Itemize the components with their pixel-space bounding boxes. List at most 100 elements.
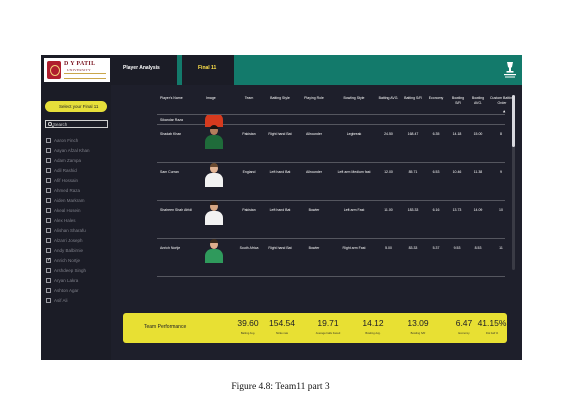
player-photo <box>204 123 224 149</box>
player-list-item[interactable]: Akeal Hosein <box>46 207 108 217</box>
players-table: Player's Name Image Team Batting Style P… <box>157 94 514 300</box>
cell-batting-style: Right hand Bat <box>268 132 292 136</box>
player-list-item[interactable]: Arshdeep Singh <box>46 267 108 277</box>
player-name: Andy Balbirnie <box>54 247 84 253</box>
cell-bowling-avg: 14.09 <box>473 208 483 212</box>
player-jersey <box>205 249 223 263</box>
player-list-item[interactable]: Aiden Markram <box>46 197 108 207</box>
cell-batting-style: Left hand Bat <box>269 208 291 212</box>
search-input[interactable] <box>53 121 105 127</box>
player-hair <box>210 239 218 243</box>
cell-player-name: Sam Curran <box>160 170 179 174</box>
player-list-item[interactable]: Alzarri Joseph <box>46 237 108 247</box>
cell-batting-sr: 168.47 <box>407 132 419 136</box>
cell-player-name: Sikandar Raza <box>160 118 183 122</box>
cell-playing-role: Bowler <box>308 246 320 250</box>
header-bowling-style[interactable]: Bowling Style <box>333 96 375 101</box>
cell-economy: 6.35 <box>432 132 440 136</box>
player-name: Aaron Finch <box>54 137 79 143</box>
player-list-item[interactable]: Anrich Nortje <box>46 257 108 267</box>
player-list-item[interactable]: Ahmed Raza <box>46 187 108 197</box>
header-batting-avg[interactable]: Batting AVG. <box>375 96 402 101</box>
player-list-item[interactable]: Afif Hossain <box>46 177 108 187</box>
player-name: Aryan Lakra <box>54 277 79 283</box>
header-team[interactable]: Team <box>235 96 263 101</box>
player-hair <box>210 201 218 205</box>
player-checkbox[interactable] <box>46 138 51 143</box>
university-logo: D Y PATIL UNIVERSITY <box>44 58 110 82</box>
table-header: Player's Name Image Team Batting Style P… <box>157 94 514 115</box>
kpi-label: Bowling S/R <box>410 332 426 335</box>
player-checkbox[interactable] <box>46 158 51 163</box>
cell-economy: 6.16 <box>432 208 440 212</box>
player-list-item[interactable]: Ashton Agar <box>46 287 108 297</box>
player-checkbox[interactable] <box>46 278 51 283</box>
kpi-value: 154.54 <box>269 318 295 328</box>
header-economy[interactable]: Economy <box>425 96 447 101</box>
cell-player-name: Shaheen Shah Afridi <box>160 208 192 212</box>
player-checkbox[interactable] <box>46 218 51 223</box>
header-image[interactable]: Image <box>206 96 216 101</box>
player-checkbox[interactable] <box>46 248 51 253</box>
player-checkbox[interactable] <box>46 188 51 193</box>
player-name: Akeal Hosein <box>54 207 81 213</box>
player-checkbox[interactable] <box>46 288 51 293</box>
player-jersey <box>205 173 223 187</box>
player-hair <box>210 163 218 167</box>
header-playing-role[interactable]: Playing Role <box>297 96 331 101</box>
player-checkbox[interactable] <box>46 298 51 303</box>
cell-bowling-style: Left arm Medium fast <box>337 170 371 174</box>
kpi-value: 13.09 <box>407 318 429 328</box>
header-batting-sr[interactable]: Batting S/R <box>401 96 425 101</box>
select-final-11-button[interactable]: Select your Final 11 <box>45 101 107 112</box>
player-checkbox[interactable] <box>46 257 51 263</box>
player-list-item[interactable]: Aayan Afzal Khan <box>46 147 108 157</box>
player-list-item[interactable]: Alishan Sharafu <box>46 227 108 237</box>
cell-team: Pakistan <box>242 132 256 136</box>
header-player-name[interactable]: Player's Name <box>160 96 183 101</box>
logo-name: D Y PATIL <box>64 61 96 67</box>
player-name: Arshdeep Singh <box>54 267 87 273</box>
player-list-item[interactable]: Aryan Lakra <box>46 277 108 287</box>
player-checkbox[interactable] <box>46 148 51 153</box>
player-name: Alzarri Joseph <box>54 237 83 243</box>
cell-bowling-sr: 14.18 <box>452 132 462 136</box>
player-list-item[interactable]: Alex Hales <box>46 217 108 227</box>
player-checkbox[interactable] <box>46 178 51 183</box>
cell-bowling-sr: 10.46 <box>452 170 462 174</box>
figure-caption: Figure 4.8: Team11 part 3 <box>231 382 330 392</box>
player-checkbox[interactable] <box>46 168 51 173</box>
header-bowling-sr[interactable]: Bowling S/R <box>449 96 467 105</box>
player-list-item[interactable]: Aaron Finch <box>46 137 108 147</box>
tab-player-analysis[interactable]: Player Analysis <box>123 65 160 71</box>
cell-bowling-sr: 9.53 <box>453 246 461 250</box>
player-list-item[interactable]: Asif Ali <box>46 297 108 307</box>
player-name: Asif Ali <box>54 297 68 303</box>
header-batting-style[interactable]: Batting Style <box>269 96 291 101</box>
player-list-item[interactable]: Adil Rashid <box>46 167 108 177</box>
logo-sub: UNIVERSITY <box>67 68 91 72</box>
table-body: Sikandar Raza Shadab Khan Pakistan Right ha… <box>157 115 505 300</box>
player-hair <box>210 125 218 129</box>
player-checkbox[interactable] <box>46 268 51 273</box>
search-box[interactable] <box>45 120 108 128</box>
player-name: Anrich Nortje <box>54 257 81 263</box>
player-list-item[interactable]: Andy Balbirnie <box>46 247 108 257</box>
tab-final-11[interactable]: Final 11 <box>182 55 234 85</box>
kpi-value: 41.15% <box>477 318 507 328</box>
sort-ascending-icon[interactable]: ▲ <box>503 109 505 113</box>
cell-playing-role: Bowler <box>308 208 320 212</box>
player-checkbox[interactable] <box>46 238 51 243</box>
sidebar: Select your Final 11 Aaron Finch Aayan Af… <box>41 85 111 360</box>
player-list-item[interactable]: Adam Zampa <box>46 157 108 167</box>
header-bowling-avg[interactable]: Bowling AVG. <box>469 96 487 105</box>
player-name: Adam Zampa <box>54 157 82 163</box>
player-checkbox[interactable] <box>46 198 51 203</box>
kpi-label: Strike rate <box>275 332 289 335</box>
player-checkbox[interactable] <box>46 228 51 233</box>
player-checkbox[interactable] <box>46 208 51 213</box>
cell-batting-avg: 5.00 <box>385 246 392 250</box>
table-scrollbar-thumb[interactable] <box>512 95 515 147</box>
cell-batting-sr: 183.33 <box>407 208 419 212</box>
player-name: Aayan Afzal Khan <box>54 147 90 153</box>
